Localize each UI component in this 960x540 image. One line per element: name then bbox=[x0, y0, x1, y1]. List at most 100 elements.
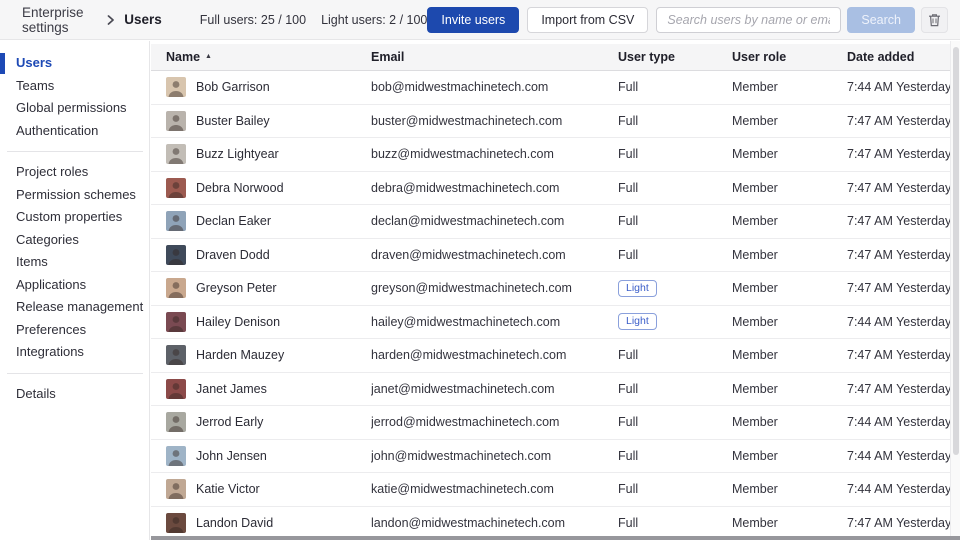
sidebar-divider bbox=[7, 151, 143, 152]
avatar bbox=[166, 245, 186, 265]
user-type: Full bbox=[618, 382, 732, 396]
user-role: Member bbox=[732, 315, 847, 329]
user-name: Landon David bbox=[196, 516, 273, 530]
user-type: Full bbox=[618, 482, 732, 496]
user-type: Full bbox=[618, 214, 732, 228]
user-email: draven@midwestmachinetech.com bbox=[371, 248, 618, 262]
column-header-user-role[interactable]: User role bbox=[732, 50, 847, 64]
table-row[interactable]: Landon David landon@midwestmachinetech.c… bbox=[151, 507, 950, 540]
user-name: Debra Norwood bbox=[196, 181, 284, 195]
table-row[interactable]: Declan Eaker declan@midwestmachinetech.c… bbox=[151, 205, 950, 239]
avatar bbox=[166, 278, 186, 298]
user-email: buster@midwestmachinetech.com bbox=[371, 114, 618, 128]
sidebar-item-teams[interactable]: Teams bbox=[0, 75, 149, 98]
sidebar-item-authentication[interactable]: Authentication bbox=[0, 120, 149, 143]
table-body: Bob Garrison bob@midwestmachinetech.com … bbox=[151, 71, 950, 540]
user-name: Jerrod Early bbox=[196, 415, 263, 429]
user-type: Full bbox=[618, 415, 732, 429]
user-role: Member bbox=[732, 449, 847, 463]
date-added: 7:47 AM Yesterday bbox=[847, 382, 950, 396]
sidebar-item-users[interactable]: Users bbox=[0, 52, 149, 75]
avatar bbox=[166, 412, 186, 432]
top-bar: Enterprise settings Users Full users: 25… bbox=[0, 0, 960, 40]
table-row[interactable]: Katie Victor katie@midwestmachinetech.co… bbox=[151, 473, 950, 507]
breadcrumb-root[interactable]: Enterprise settings bbox=[22, 5, 98, 35]
user-email: harden@midwestmachinetech.com bbox=[371, 348, 618, 362]
invite-users-button[interactable]: Invite users bbox=[427, 7, 519, 33]
sidebar-item-project-roles[interactable]: Project roles bbox=[0, 161, 149, 184]
date-added: 7:47 AM Yesterday bbox=[847, 114, 950, 128]
sidebar-item-release-management[interactable]: Release management bbox=[0, 296, 149, 319]
trash-button[interactable] bbox=[921, 7, 948, 33]
user-quota-stats: Full users: 25 / 100 Light users: 2 / 10… bbox=[200, 13, 428, 27]
table-row[interactable]: John Jensen john@midwestmachinetech.com … bbox=[151, 440, 950, 474]
user-email: hailey@midwestmachinetech.com bbox=[371, 315, 618, 329]
user-name: Katie Victor bbox=[196, 482, 260, 496]
search-input[interactable] bbox=[656, 7, 841, 33]
table-row[interactable]: Buster Bailey buster@midwestmachinetech.… bbox=[151, 105, 950, 139]
user-role: Member bbox=[732, 80, 847, 94]
table-row[interactable]: Greyson Peter greyson@midwestmachinetech… bbox=[151, 272, 950, 306]
sidebar-item-permission-schemes[interactable]: Permission schemes bbox=[0, 184, 149, 207]
column-header-date-added[interactable]: Date added bbox=[847, 50, 950, 64]
avatar bbox=[166, 144, 186, 164]
sidebar: UsersTeamsGlobal permissionsAuthenticati… bbox=[0, 41, 150, 540]
avatar bbox=[166, 446, 186, 466]
trash-icon bbox=[928, 13, 941, 27]
breadcrumb-current: Users bbox=[124, 12, 162, 27]
user-name: Harden Mauzey bbox=[196, 348, 284, 362]
user-role: Member bbox=[732, 181, 847, 195]
sidebar-item-details[interactable]: Details bbox=[0, 383, 149, 406]
date-added: 7:47 AM Yesterday bbox=[847, 147, 950, 161]
column-header-email[interactable]: Email bbox=[371, 50, 618, 64]
avatar bbox=[166, 513, 186, 533]
column-header-user-type[interactable]: User type bbox=[618, 50, 732, 64]
table-row[interactable]: Harden Mauzey harden@midwestmachinetech.… bbox=[151, 339, 950, 373]
horizontal-scrollbar[interactable] bbox=[151, 536, 960, 540]
user-type: Full bbox=[618, 147, 732, 161]
sidebar-item-preferences[interactable]: Preferences bbox=[0, 319, 149, 342]
user-role: Member bbox=[732, 281, 847, 295]
user-email: jerrod@midwestmachinetech.com bbox=[371, 415, 618, 429]
import-from-csv-button[interactable]: Import from CSV bbox=[527, 7, 648, 33]
user-type: Full bbox=[618, 80, 732, 94]
vertical-scrollbar-thumb[interactable] bbox=[953, 47, 959, 455]
table-row[interactable]: Draven Dodd draven@midwestmachinetech.co… bbox=[151, 239, 950, 273]
date-added: 7:47 AM Yesterday bbox=[847, 214, 950, 228]
sidebar-item-global-permissions[interactable]: Global permissions bbox=[0, 97, 149, 120]
vertical-scrollbar[interactable] bbox=[950, 41, 960, 540]
date-added: 7:44 AM Yesterday bbox=[847, 315, 950, 329]
date-added: 7:44 AM Yesterday bbox=[847, 449, 950, 463]
user-role: Member bbox=[732, 214, 847, 228]
table-header-row: Name ▲ Email User type User role Date ad… bbox=[151, 44, 950, 71]
table-row[interactable]: Hailey Denison hailey@midwestmachinetech… bbox=[151, 306, 950, 340]
sidebar-item-categories[interactable]: Categories bbox=[0, 229, 149, 252]
table-row[interactable]: Bob Garrison bob@midwestmachinetech.com … bbox=[151, 71, 950, 105]
user-type: Full bbox=[618, 181, 732, 195]
table-row[interactable]: Jerrod Early jerrod@midwestmachinetech.c… bbox=[151, 406, 950, 440]
user-type: Full bbox=[618, 248, 732, 262]
table-row[interactable]: Janet James janet@midwestmachinetech.com… bbox=[151, 373, 950, 407]
sidebar-item-integrations[interactable]: Integrations bbox=[0, 341, 149, 364]
table-row[interactable]: Buzz Lightyear buzz@midwestmachinetech.c… bbox=[151, 138, 950, 172]
table-row[interactable]: Debra Norwood debra@midwestmachinetech.c… bbox=[151, 172, 950, 206]
user-role: Member bbox=[732, 482, 847, 496]
sidebar-item-applications[interactable]: Applications bbox=[0, 274, 149, 297]
user-role: Member bbox=[732, 147, 847, 161]
user-name: Greyson Peter bbox=[196, 281, 277, 295]
sidebar-item-items[interactable]: Items bbox=[0, 251, 149, 274]
user-role: Member bbox=[732, 516, 847, 530]
date-added: 7:47 AM Yesterday bbox=[847, 516, 950, 530]
user-type: Full bbox=[618, 114, 732, 128]
sort-asc-icon: ▲ bbox=[205, 53, 212, 60]
column-header-name[interactable]: Name ▲ bbox=[151, 50, 371, 64]
user-type: Light bbox=[618, 280, 732, 297]
user-email: bob@midwestmachinetech.com bbox=[371, 80, 618, 94]
user-email: buzz@midwestmachinetech.com bbox=[371, 147, 618, 161]
search-button[interactable]: Search bbox=[847, 7, 915, 33]
user-role: Member bbox=[732, 114, 847, 128]
sidebar-item-custom-properties[interactable]: Custom properties bbox=[0, 206, 149, 229]
date-added: 7:47 AM Yesterday bbox=[847, 281, 950, 295]
avatar bbox=[166, 345, 186, 365]
user-name: Draven Dodd bbox=[196, 248, 270, 262]
